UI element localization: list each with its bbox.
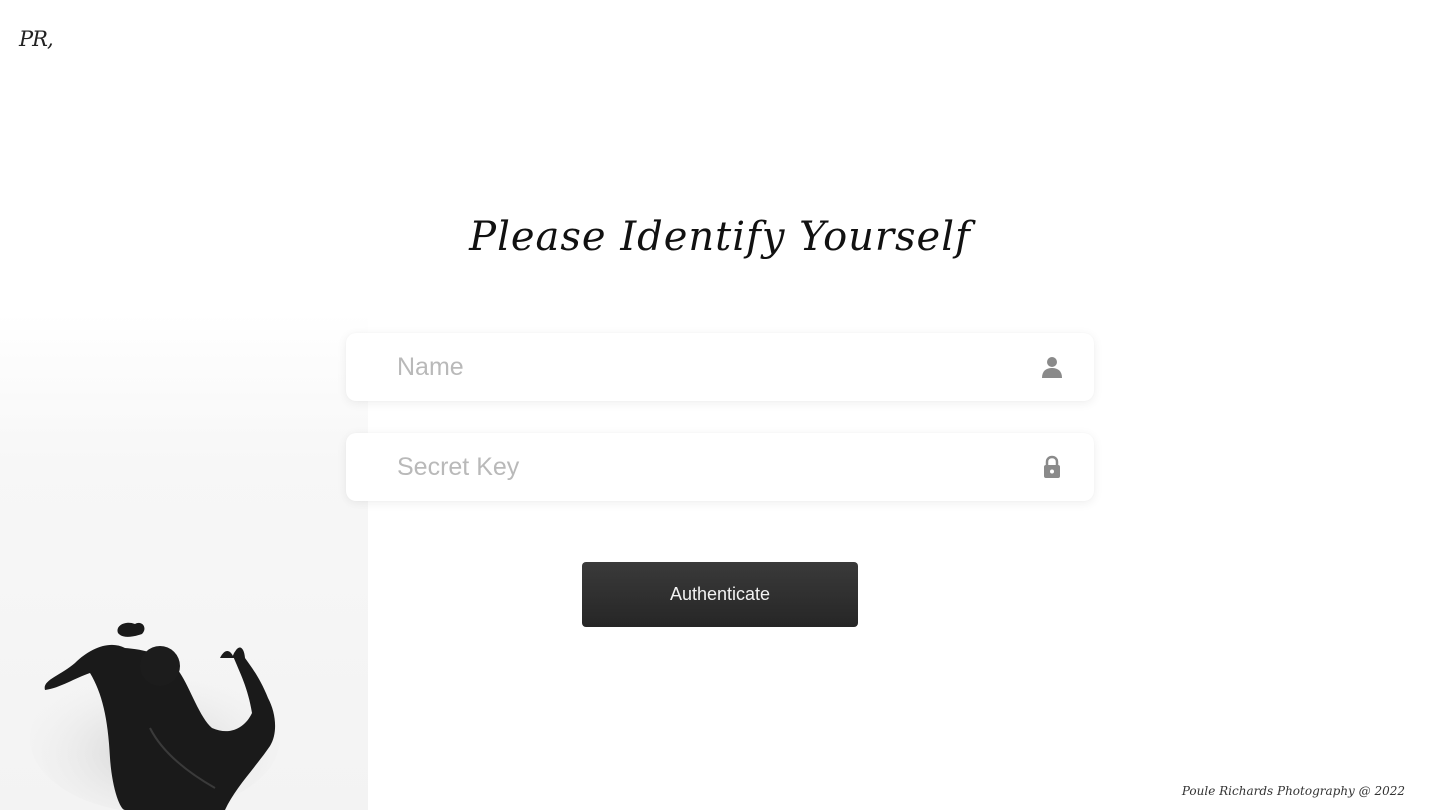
hero-photo xyxy=(30,622,280,810)
site-logo[interactable]: PR, xyxy=(19,27,54,51)
authenticate-button[interactable]: Authenticate xyxy=(582,562,858,627)
page-title: Please Identify Yourself xyxy=(469,214,971,260)
footer-copyright: Poule Richards Photography @ 2022 xyxy=(1181,784,1405,798)
secret-key-field[interactable] xyxy=(346,433,1094,501)
secret-key-input[interactable] xyxy=(395,451,999,483)
name-input[interactable] xyxy=(395,351,999,383)
person-icon xyxy=(1042,357,1062,378)
name-field[interactable] xyxy=(346,333,1094,401)
lock-icon xyxy=(1044,455,1060,478)
